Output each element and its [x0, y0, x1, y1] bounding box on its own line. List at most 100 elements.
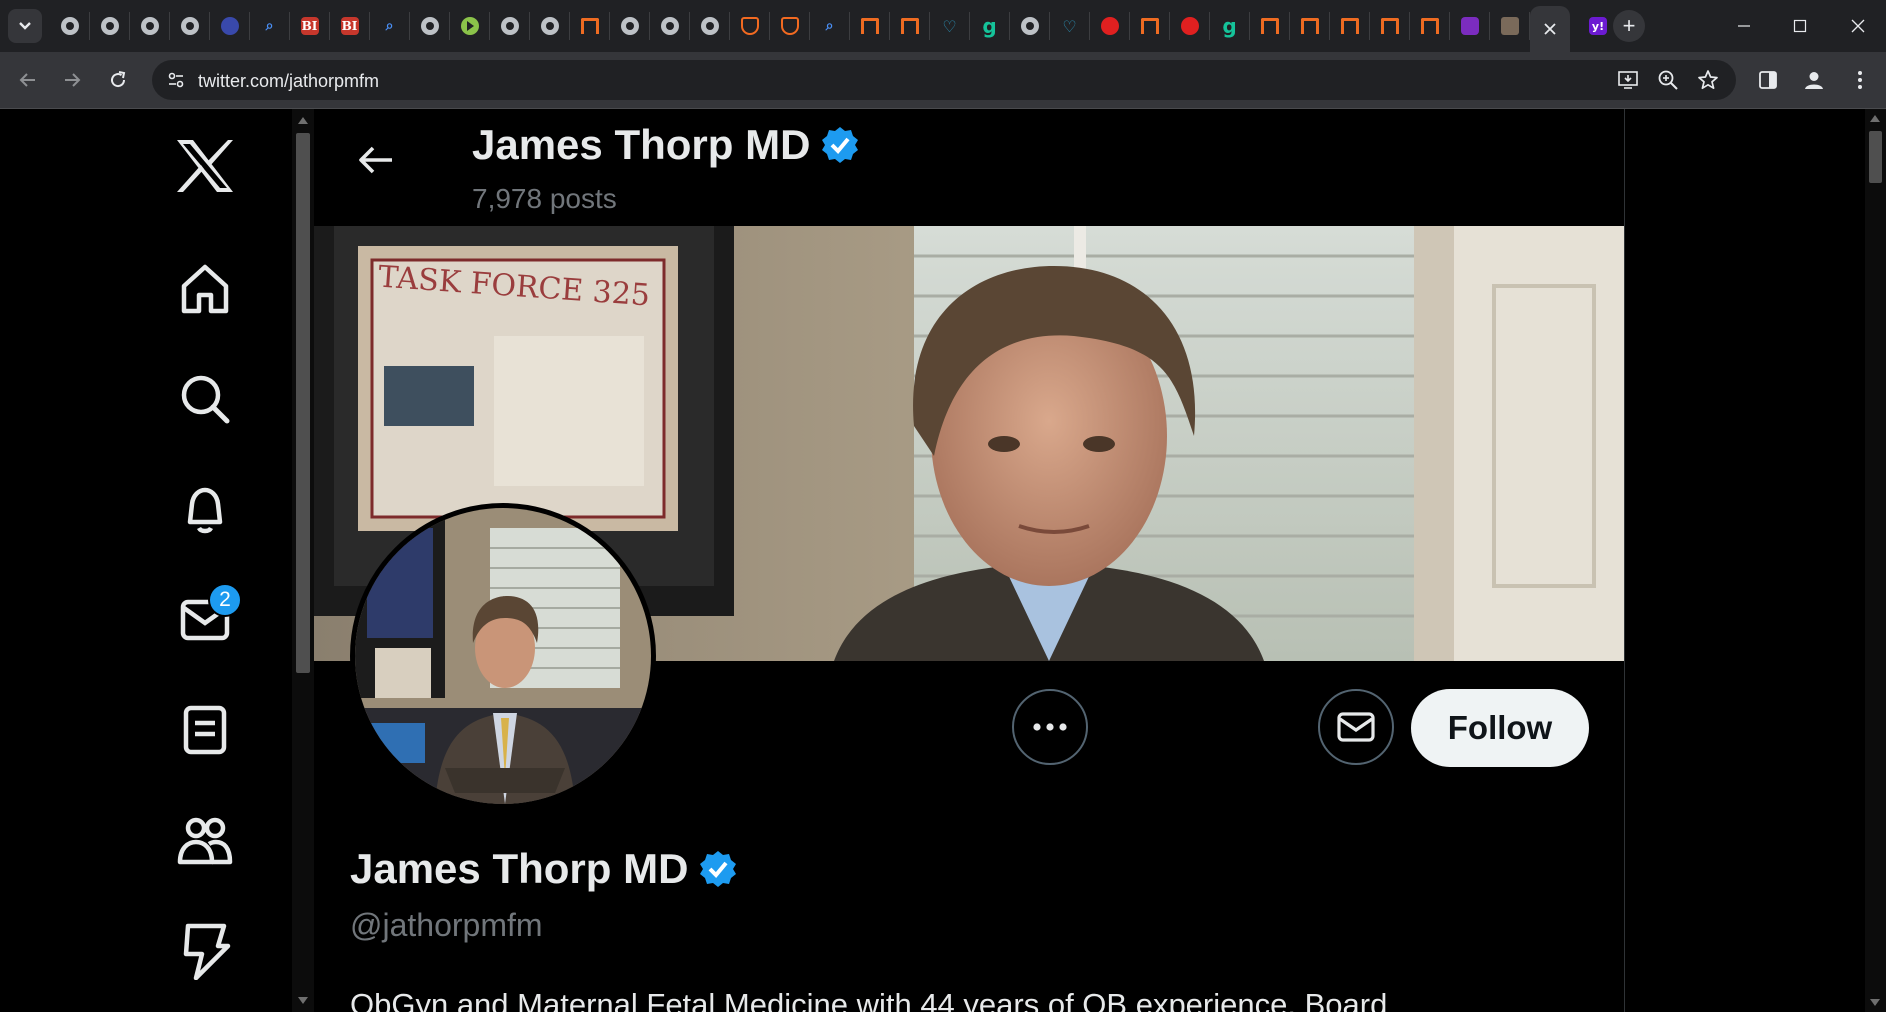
browser-toolbar: twitter.com/jathorpmfm — [0, 52, 1886, 109]
bi-favicon-icon: BI — [340, 17, 359, 35]
browser-tab-19[interactable]: ⌕ — [810, 12, 850, 40]
book-favicon-icon — [900, 18, 919, 34]
sidebar-item-explore[interactable] — [174, 368, 236, 430]
browser-tab-10[interactable] — [450, 12, 490, 40]
web-page: 2 James Thorp MD 7,978 posts TASK FORCE … — [0, 109, 1886, 1012]
shield-favicon-icon — [780, 17, 799, 35]
bookmark-star-icon[interactable] — [1696, 68, 1720, 92]
minimize-button[interactable] — [1716, 0, 1772, 52]
browser-tab-0[interactable] — [50, 12, 90, 40]
browser-tab-3[interactable] — [170, 12, 210, 40]
browser-tab-28[interactable] — [1170, 12, 1210, 40]
scroll-up-arrow-icon[interactable] — [298, 117, 308, 124]
book-favicon-icon — [1300, 18, 1319, 34]
browser-tab-24[interactable] — [1010, 12, 1050, 40]
sidebar-item-communities[interactable] — [174, 810, 236, 872]
follow-button[interactable]: Follow — [1411, 689, 1589, 767]
browser-tab-34[interactable] — [1410, 12, 1450, 40]
scroll-down-arrow-icon[interactable] — [298, 997, 308, 1004]
profile-avatar[interactable] — [350, 503, 656, 809]
close-icon[interactable] — [1543, 22, 1557, 36]
zoom-icon[interactable] — [1656, 68, 1680, 92]
globe-favicon-icon — [180, 17, 199, 35]
browser-tab-7[interactable]: BI — [330, 12, 370, 40]
sidebar-item-lists[interactable] — [174, 699, 236, 761]
browser-tab-33[interactable] — [1370, 12, 1410, 40]
sidebar-item-home[interactable] — [174, 258, 236, 320]
browser-tab-13[interactable] — [570, 12, 610, 40]
more-options-button[interactable] — [1012, 689, 1088, 765]
install-app-icon[interactable] — [1616, 68, 1640, 92]
url-text[interactable]: twitter.com/jathorpmfm — [198, 71, 379, 92]
browser-tab-16[interactable] — [690, 12, 730, 40]
browser-tab-2[interactable] — [130, 12, 170, 40]
bell-icon — [187, 487, 223, 534]
browser-tab-15[interactable] — [650, 12, 690, 40]
sidebar-item-notifications[interactable] — [174, 478, 236, 540]
list-icon — [183, 705, 227, 755]
browser-tab-30[interactable] — [1250, 12, 1290, 40]
verified-badge-icon — [822, 127, 859, 163]
browser-tab-36[interactable] — [1490, 12, 1530, 40]
sidebar-item-messages[interactable]: 2 — [174, 583, 242, 651]
reload-button[interactable] — [102, 64, 134, 96]
browser-tab-11[interactable] — [490, 12, 530, 40]
site-info-icon[interactable] — [164, 68, 188, 92]
browser-tab-1[interactable] — [90, 12, 130, 40]
browser-tab-22[interactable]: ♡ — [930, 12, 970, 40]
browser-tab-27[interactable] — [1130, 12, 1170, 40]
globe-favicon-icon — [60, 17, 79, 35]
maximize-button[interactable] — [1772, 0, 1828, 52]
tab-search-button[interactable] — [8, 9, 42, 43]
scroll-down-arrow-icon[interactable] — [1870, 999, 1880, 1006]
browser-tab-9[interactable] — [410, 12, 450, 40]
browser-tab-5[interactable]: ⌕ — [250, 12, 290, 40]
g-favicon-icon: g — [1222, 14, 1237, 38]
messages-badge: 2 — [208, 583, 242, 617]
forward-nav-button[interactable] — [56, 64, 88, 96]
browser-tab-31[interactable] — [1290, 12, 1330, 40]
browser-tab-35[interactable] — [1450, 12, 1490, 40]
scroll-up-arrow-icon[interactable] — [1870, 115, 1880, 122]
new-tab-button[interactable]: + — [1613, 10, 1645, 42]
active-tab[interactable] — [1530, 6, 1570, 52]
browser-tab-4[interactable] — [210, 12, 250, 40]
browser-tab-8[interactable]: ⌕ — [370, 12, 410, 40]
browser-tab-32[interactable] — [1330, 12, 1370, 40]
browser-tab-26[interactable] — [1090, 12, 1130, 40]
browser-tab-18[interactable] — [770, 12, 810, 40]
browser-tab-6[interactable]: BI — [290, 12, 330, 40]
sidebar-item-premium[interactable] — [174, 920, 236, 982]
back-nav-button[interactable] — [12, 64, 44, 96]
browser-tab-29[interactable]: g — [1210, 12, 1250, 40]
profile-icon[interactable] — [1800, 66, 1828, 94]
heart-favicon-icon: ♡ — [942, 16, 957, 36]
window-close-button[interactable] — [1830, 0, 1886, 52]
message-button[interactable] — [1318, 689, 1394, 765]
book-favicon-icon — [1260, 18, 1279, 34]
globe-favicon-icon — [100, 17, 119, 35]
side-panel-icon[interactable] — [1754, 66, 1782, 94]
header-title: James Thorp MD — [472, 121, 860, 169]
bi-favicon-icon: BI — [300, 17, 319, 35]
sidebar-scrollbar[interactable] — [292, 109, 314, 1012]
browser-tab-25[interactable]: ♡ — [1050, 12, 1090, 40]
browser-tab-14[interactable] — [610, 12, 650, 40]
browser-menu-icon[interactable] — [1846, 66, 1874, 94]
globe-favicon-icon — [660, 17, 679, 35]
browser-tab-12[interactable] — [530, 12, 570, 40]
scrollbar-thumb[interactable] — [296, 133, 310, 673]
address-bar[interactable]: twitter.com/jathorpmfm — [152, 60, 1736, 100]
tab-yahoo[interactable]: y! — [1578, 12, 1618, 40]
page-scrollbar[interactable] — [1865, 109, 1886, 1012]
browser-tab-20[interactable] — [850, 12, 890, 40]
browser-tab-17[interactable] — [730, 12, 770, 40]
profile-bio: ObGyn and Maternal Fetal Medicine with 4… — [350, 987, 1388, 1012]
back-button[interactable] — [348, 132, 404, 188]
browser-tab-21[interactable] — [890, 12, 930, 40]
scrollbar-thumb[interactable] — [1869, 131, 1882, 183]
book-favicon-icon — [580, 18, 599, 34]
browser-tab-23[interactable]: g — [970, 12, 1010, 40]
book-favicon-icon — [1340, 18, 1359, 34]
x-logo-link[interactable] — [174, 135, 236, 197]
